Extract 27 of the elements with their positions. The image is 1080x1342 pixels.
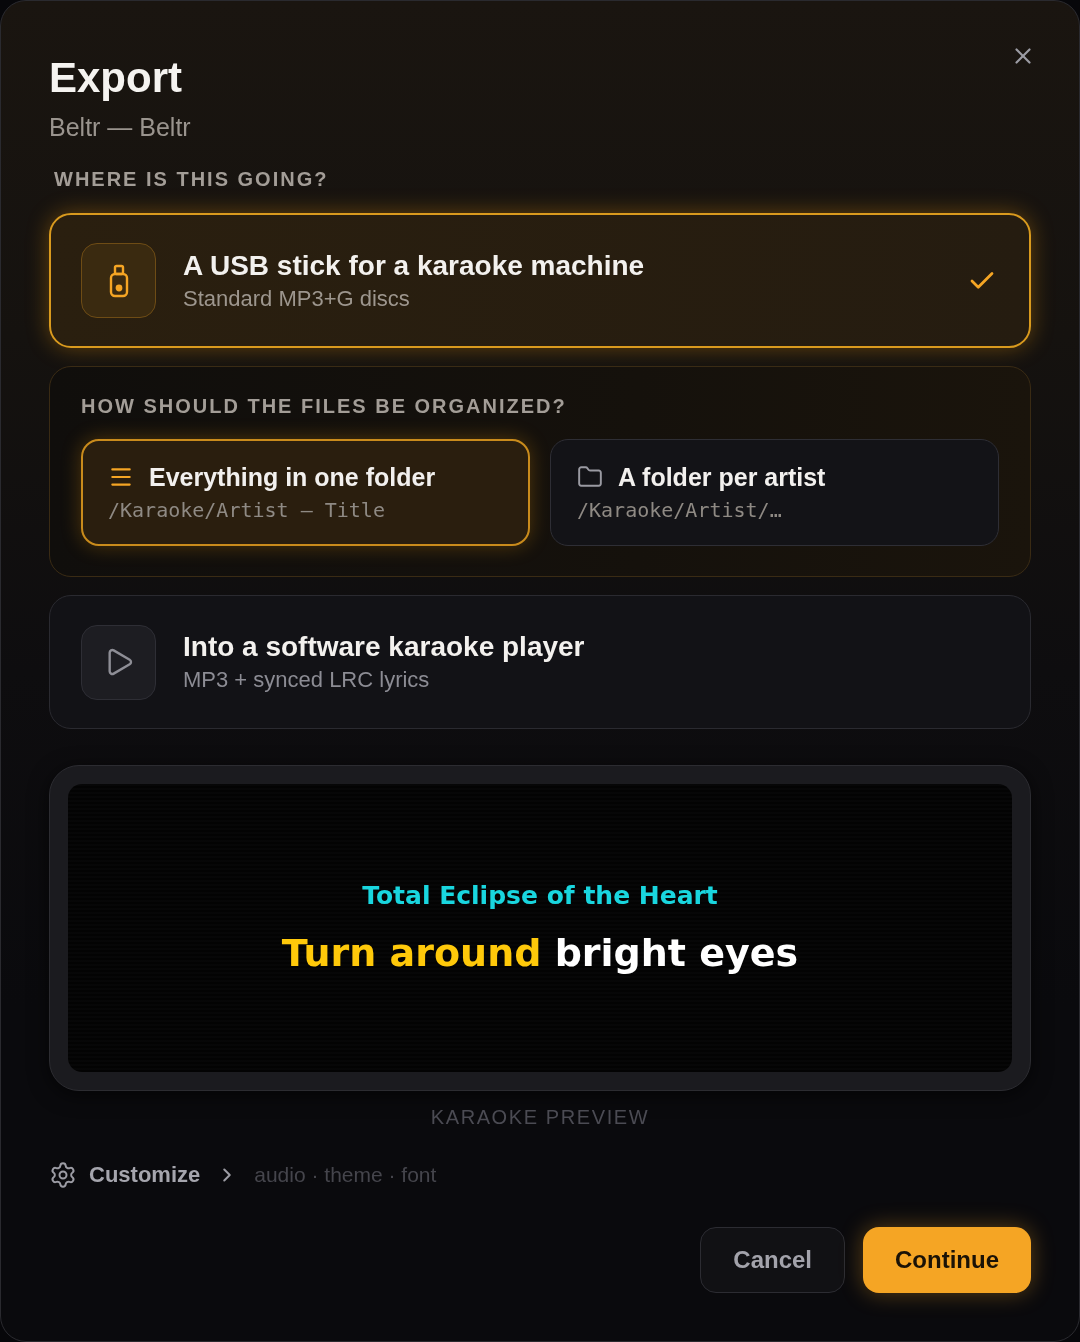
customize-button[interactable]: Customize — [49, 1160, 239, 1190]
option-title: Everything in one folder — [149, 461, 436, 492]
customize-hint: audio · theme · font — [254, 1162, 437, 1188]
organize-option[interactable]: Everything in one folder /Karaoke/Artist – Title — [81, 439, 530, 546]
option-subtitle: Standard MP3+G discs — [183, 284, 410, 313]
option-subtitle: MP3 + synced LRC lyrics — [183, 666, 430, 694]
option-title: Into a software karaoke player — [183, 630, 585, 664]
organize-option[interactable]: A folder per artist /Karaoke/Artist/… — [550, 439, 999, 546]
folder-path: /Karaoke/Artist – Title — [108, 496, 385, 524]
option-title: A USB stick for a karaoke machine — [183, 248, 645, 283]
lyric-line: Turn around bright eyes — [281, 929, 799, 977]
continue-button[interactable]: Continue — [863, 1227, 1031, 1293]
dialog-title: Export — [49, 54, 182, 102]
settings-icon — [49, 1161, 77, 1189]
section-heading: HOW SHOULD THE FILES BE ORGANIZED? — [81, 394, 568, 418]
usb-stick-icon — [81, 243, 156, 318]
folder-path: /Karaoke/Artist/… — [577, 496, 782, 524]
preview-caption: KARAOKE PREVIEW — [430, 1105, 650, 1129]
folder-icon — [577, 463, 603, 490]
play-icon — [81, 624, 156, 700]
destination-option[interactable]: Into a software karaoke player MP3 + synced LRC lyrics — [49, 595, 1031, 729]
song-title: Total Eclipse of the Heart — [362, 879, 718, 912]
dialog-subtitle: Beltr — Beltr — [49, 112, 191, 142]
option-title: A folder per artist — [618, 461, 826, 492]
destination-option[interactable]: A USB stick for a karaoke machine Standard MP3+G discs — [49, 213, 1031, 348]
section-heading: WHERE IS THIS GOING? — [54, 167, 329, 191]
cancel-button[interactable]: Cancel — [700, 1227, 845, 1293]
